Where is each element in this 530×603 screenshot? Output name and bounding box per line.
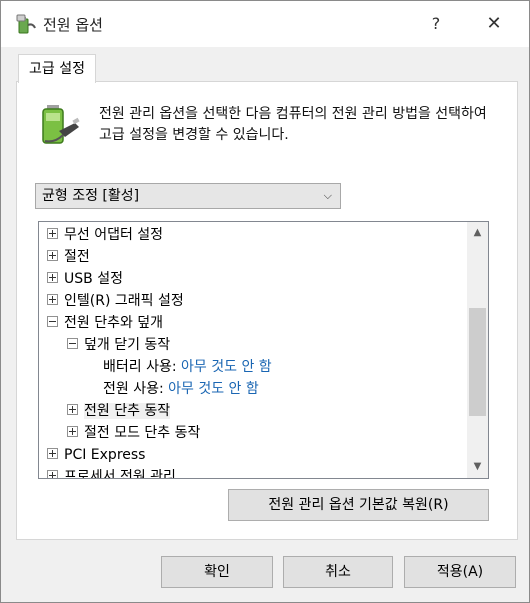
expand-icon[interactable] xyxy=(47,271,58,283)
expand-icon[interactable] xyxy=(47,469,58,478)
tree-item-lid-close[interactable]: 덮개 닫기 동작 xyxy=(67,334,170,356)
apply-button[interactable]: 적용(A) xyxy=(404,556,516,588)
expand-icon[interactable] xyxy=(47,293,58,305)
settings-tree[interactable]: 무선 어댑터 설정 절전 USB 설정 인텔(R) 그래픽 설정 전원 단추와 … xyxy=(38,221,489,479)
collapse-icon[interactable] xyxy=(67,337,78,349)
chevron-down-icon: ⌵ xyxy=(323,189,332,202)
power-options-icon xyxy=(15,13,37,35)
expand-icon[interactable] xyxy=(47,447,58,459)
scroll-up-icon[interactable]: ▲ xyxy=(467,224,488,242)
power-scheme-dropdown[interactable]: 균형 조정 [활성] ⌵ xyxy=(35,183,341,209)
collapse-icon[interactable] xyxy=(47,315,58,327)
help-button[interactable]: ? xyxy=(413,1,459,47)
expand-icon[interactable] xyxy=(67,403,78,415)
tree-item-wireless[interactable]: 무선 어댑터 설정 xyxy=(47,224,163,246)
title-bar: 전원 옵션 ? ✕ xyxy=(1,1,529,47)
tree-item-pci-express[interactable]: PCI Express xyxy=(47,444,145,466)
tree-item-processor[interactable]: 프로세서 전원 관리 xyxy=(47,466,176,478)
tree-item-sleep-button[interactable]: 절전 모드 단추 동작 xyxy=(67,422,200,444)
expand-icon[interactable] xyxy=(47,249,58,261)
window-title: 전원 옵션 xyxy=(43,16,103,34)
power-scheme-value: 균형 조정 [활성] xyxy=(42,188,140,204)
tab-advanced-settings[interactable]: 고급 설정 xyxy=(18,54,96,83)
description-text: 전원 관리 옵션을 선택한 다음 컴퓨터의 전원 관리 방법을 선택하여 고급 … xyxy=(99,106,487,143)
plugged-setting-label: 전원 사용: xyxy=(103,381,164,397)
battery-plug-icon xyxy=(37,101,83,147)
close-button[interactable]: ✕ xyxy=(471,1,517,47)
tree-item-battery-setting[interactable]: 배터리 사용: 아무 것도 안 함 xyxy=(103,356,272,378)
scroll-down-icon[interactable]: ▼ xyxy=(467,458,488,476)
restore-defaults-button[interactable]: 전원 관리 옵션 기본값 복원(R) xyxy=(228,489,489,521)
battery-setting-value[interactable]: 아무 것도 안 함 xyxy=(181,359,272,375)
tree-scrollbar[interactable]: ▲ ▼ xyxy=(467,222,488,478)
tree-item-power-button-lid[interactable]: 전원 단추와 덮개 xyxy=(47,312,163,334)
tree-item-sleep[interactable]: 절전 xyxy=(47,246,90,268)
battery-setting-label: 배터리 사용: xyxy=(103,359,177,375)
tree-item-power-button[interactable]: 전원 단추 동작 xyxy=(67,400,171,422)
power-options-window: 전원 옵션 ? ✕ 고급 설정 전원 관리 옵션을 선택한 다음 컴퓨터의 전원… xyxy=(0,0,530,603)
scroll-thumb[interactable] xyxy=(469,308,486,416)
plugged-setting-value[interactable]: 아무 것도 안 함 xyxy=(168,381,259,397)
ok-button[interactable]: 확인 xyxy=(161,556,273,588)
expand-icon[interactable] xyxy=(47,227,58,239)
tree-item-intel-graphics[interactable]: 인텔(R) 그래픽 설정 xyxy=(47,290,184,312)
tree-item-usb[interactable]: USB 설정 xyxy=(47,268,123,290)
cancel-button[interactable]: 취소 xyxy=(283,556,393,588)
tree-item-plugged-setting[interactable]: 전원 사용: 아무 것도 안 함 xyxy=(103,378,259,400)
expand-icon[interactable] xyxy=(67,425,78,437)
